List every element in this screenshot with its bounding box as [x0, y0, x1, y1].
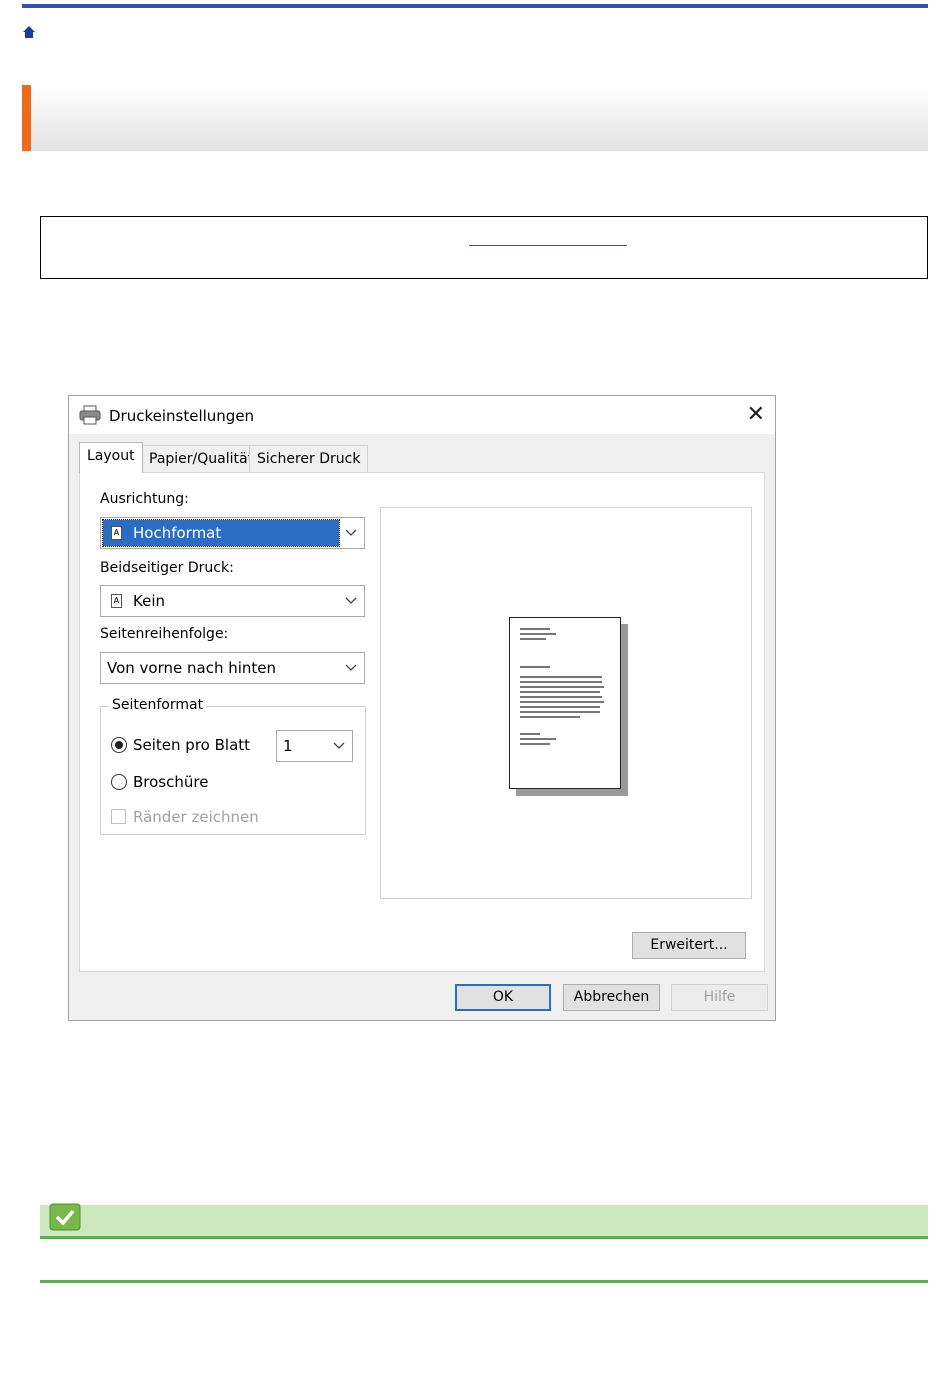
- draw-borders-checkbox[interactable]: [111, 809, 126, 824]
- booklet-label: Broschüre: [133, 773, 209, 791]
- pages-per-sheet-radio[interactable]: [111, 737, 127, 753]
- chevron-down-icon: [345, 529, 357, 536]
- cancel-button[interactable]: Abbrechen: [563, 984, 660, 1011]
- page-icon: A: [111, 594, 122, 608]
- page-order-select[interactable]: Von vorne nach hinten: [100, 652, 365, 684]
- duplex-label: Beidseitiger Druck:: [100, 560, 234, 576]
- draw-borders-label: Ränder zeichnen: [133, 808, 259, 826]
- help-button[interactable]: Hilfe: [671, 984, 768, 1011]
- pages-per-sheet-value: 1: [283, 737, 293, 755]
- portrait-icon: A: [111, 526, 122, 540]
- chevron-down-icon: [333, 742, 345, 749]
- tab-secure-print[interactable]: Sicherer Druck: [249, 445, 369, 472]
- chevron-down-icon: [345, 664, 357, 671]
- header-accent: [22, 85, 31, 151]
- tab-layout[interactable]: Layout: [79, 442, 143, 473]
- success-underline: [40, 1236, 928, 1239]
- dialog-title: Druckeinstellungen: [109, 407, 255, 425]
- bottom-rule: [40, 1280, 928, 1283]
- orientation-value: Hochformat: [133, 524, 222, 542]
- ok-button[interactable]: OK: [455, 984, 551, 1011]
- booklet-radio[interactable]: [111, 774, 127, 790]
- duplex-value: Kein: [133, 592, 165, 610]
- page-order-value: Von vorne nach hinten: [107, 659, 277, 677]
- dialog-titlebar: Druckeinstellungen ✕: [69, 396, 775, 434]
- printer-icon: [79, 405, 101, 425]
- note-link[interactable]: [469, 245, 627, 246]
- chevron-down-icon: [345, 597, 357, 604]
- note-box: [40, 216, 928, 279]
- pages-per-sheet-select[interactable]: 1: [276, 730, 353, 762]
- advanced-button[interactable]: Erweitert...: [632, 932, 746, 959]
- layout-panel: Ausrichtung: A Hochformat Beidseitiger D…: [79, 472, 765, 972]
- home-icon[interactable]: [22, 25, 36, 39]
- page-order-label: Seitenreihenfolge:: [100, 626, 229, 642]
- page-format-group: Seitenformat Seiten pro Blatt 1 Broschür…: [100, 697, 366, 835]
- checkmark-icon: [49, 1203, 81, 1231]
- orientation-select[interactable]: A Hochformat: [100, 517, 365, 549]
- layout-preview: [380, 507, 752, 899]
- orientation-label: Ausrichtung:: [100, 491, 189, 507]
- pages-per-sheet-label: Seiten pro Blatt: [133, 736, 251, 754]
- top-rule: [22, 4, 928, 8]
- tab-paper-quality[interactable]: Papier/Qualität: [141, 445, 262, 472]
- section-header: [22, 85, 928, 151]
- preview-page: [509, 617, 621, 789]
- print-settings-dialog: Druckeinstellungen ✕ Layout Papier/Quali…: [68, 395, 776, 1021]
- page-format-title: Seitenformat: [109, 697, 207, 713]
- success-bar: [40, 1205, 928, 1236]
- close-icon[interactable]: ✕: [747, 402, 765, 427]
- duplex-select[interactable]: A Kein: [100, 585, 365, 617]
